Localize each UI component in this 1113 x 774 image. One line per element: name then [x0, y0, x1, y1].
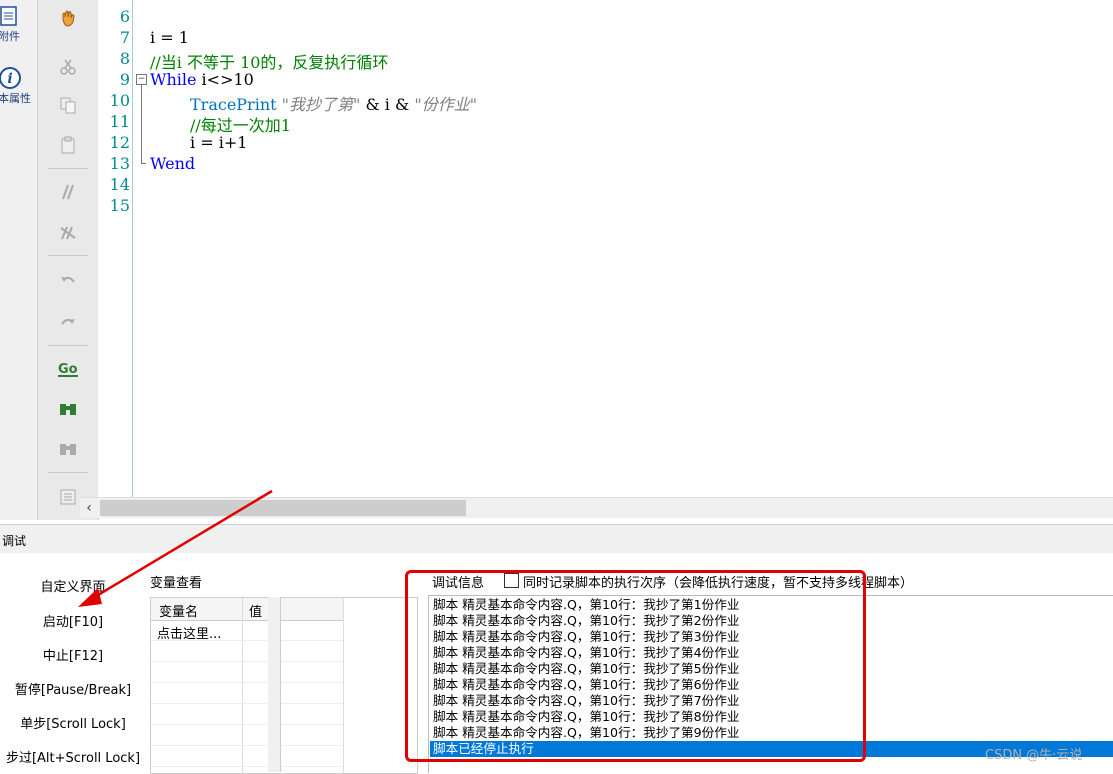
replace-icon[interactable]	[48, 434, 88, 464]
editor-toolbar: Go	[37, 0, 99, 520]
svg-text:i: i	[7, 71, 12, 87]
variable-table[interactable]: 变量名 值 点击这里...	[150, 597, 418, 774]
line-number: 15	[109, 196, 130, 215]
table-cell: 点击这里...	[157, 627, 222, 642]
table-row[interactable]	[151, 725, 343, 746]
table-row[interactable]	[151, 641, 343, 662]
string-literal: "份作业"	[414, 95, 478, 114]
paste-icon[interactable]	[48, 130, 88, 160]
pause-button[interactable]: 暂停[Pause/Break]	[0, 679, 146, 698]
stop-button[interactable]: 中止[F12]	[0, 645, 146, 664]
fold-guide	[141, 85, 142, 163]
annotation-highlight-box	[405, 570, 866, 762]
line-number: 7	[119, 28, 130, 47]
uncomment-icon[interactable]	[48, 218, 88, 248]
step-over-button[interactable]: 步过[Alt+Scroll Lock]	[0, 747, 146, 766]
debug-panel-title: 调试	[2, 534, 27, 548]
toolbar-divider	[48, 345, 88, 346]
line-number: 14	[109, 175, 130, 194]
line-number: 6	[119, 7, 130, 26]
document-icon	[0, 6, 17, 26]
code-line: i = i+1	[190, 133, 248, 152]
code-text: i<>10	[196, 70, 254, 89]
line-number: 11	[109, 112, 130, 131]
table-row[interactable]	[151, 683, 343, 704]
watermark: CSDN @牛·云说	[985, 748, 1083, 763]
table-row[interactable]	[151, 662, 343, 683]
annotation-arrow-icon	[78, 489, 273, 607]
line-number: 9	[119, 70, 130, 89]
line-number: 13	[109, 154, 130, 173]
find-icon[interactable]	[48, 394, 88, 424]
line-number: 10	[109, 91, 130, 110]
keyword: While	[150, 70, 197, 89]
step-button[interactable]: 单步[Scroll Lock]	[0, 713, 146, 732]
toolbar-divider	[48, 168, 88, 169]
code-line: While i<>10	[150, 70, 254, 89]
left-sidebar: 附件 i 本属性	[0, 0, 37, 520]
undo-icon[interactable]	[48, 266, 88, 296]
line-number-gutter: 6 7 8 9 10 11 12 13 14 15	[98, 0, 133, 497]
sidebar-item-label: 本属性	[0, 92, 31, 105]
copy-icon[interactable]	[48, 90, 88, 120]
table-row[interactable]	[151, 746, 343, 767]
code-line: Wend	[150, 154, 196, 173]
toolbar-divider	[48, 255, 88, 256]
comment-icon[interactable]	[48, 177, 88, 207]
info-icon: i	[0, 67, 21, 89]
table-row[interactable]: 点击这里...	[151, 620, 343, 642]
code-editor[interactable]: 6 7 8 9 10 11 12 13 14 15 − i = 1 //当i 不…	[98, 0, 1113, 497]
sidebar-item-properties[interactable]: i 本属性	[0, 66, 37, 106]
redo-icon[interactable]	[48, 308, 88, 338]
toolbar-divider	[48, 472, 88, 473]
fold-toggle[interactable]: −	[136, 74, 147, 85]
fold-guide-end	[141, 163, 146, 164]
start-button[interactable]: 启动[F10]	[0, 611, 146, 630]
table-row[interactable]	[151, 704, 343, 725]
line-number: 8	[119, 49, 130, 68]
goto-icon[interactable]: Go	[48, 354, 88, 384]
sidebar-item-attachments[interactable]: 附件	[0, 4, 37, 44]
column-divider	[343, 598, 344, 773]
hand-icon[interactable]	[48, 3, 88, 33]
vertical-scrollbar[interactable]	[268, 597, 281, 772]
line-number: 12	[109, 133, 130, 152]
sidebar-item-label: 附件	[0, 30, 20, 43]
code-line: i = 1	[150, 28, 189, 47]
cut-icon[interactable]	[48, 52, 88, 82]
svg-text:Go: Go	[58, 362, 78, 377]
code-text: & i &	[360, 95, 415, 114]
